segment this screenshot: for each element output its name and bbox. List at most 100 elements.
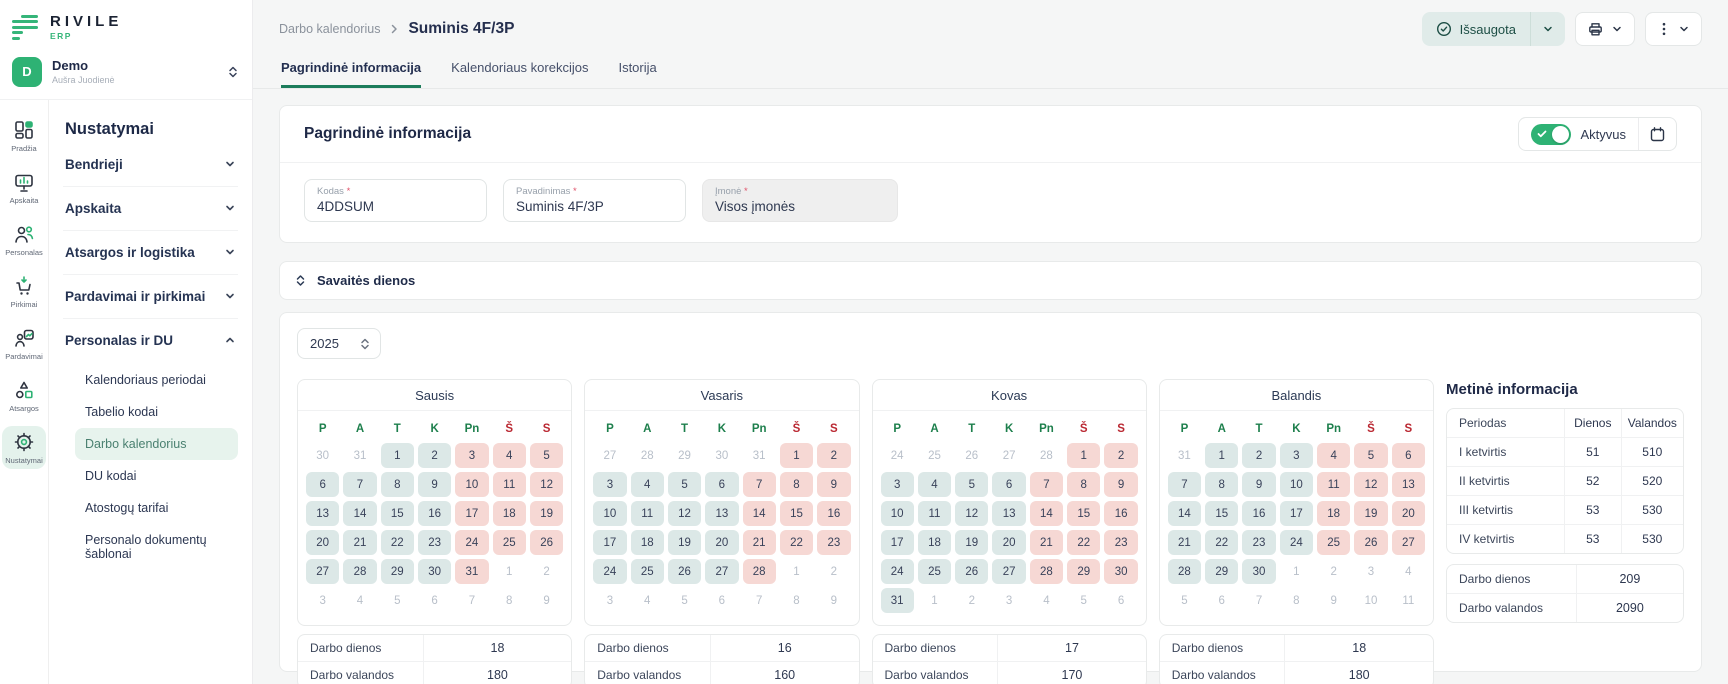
calendar-day[interactable]: 24 <box>593 559 626 584</box>
calendar-day[interactable]: 5 <box>668 472 701 497</box>
kodas-field[interactable]: Kodas * 4DDSUM <box>304 179 487 222</box>
calendar-day[interactable]: 23 <box>1242 530 1275 555</box>
calendar-day[interactable]: 27 <box>705 559 738 584</box>
calendar-day[interactable]: 29 <box>1067 559 1100 584</box>
calendar-day[interactable]: 22 <box>1205 530 1238 555</box>
calendar-day[interactable]: 1 <box>1205 443 1238 468</box>
submenu-item-atostogu-tarifai[interactable]: Atostogų tarifai <box>75 492 238 524</box>
menu-group-apskaita[interactable]: Apskaita <box>63 187 238 231</box>
calendar-day[interactable]: 18 <box>631 530 664 555</box>
calendar-day[interactable]: 28 <box>743 559 776 584</box>
calendar-day[interactable]: 3 <box>593 472 626 497</box>
calendar-day[interactable]: 19 <box>668 530 701 555</box>
calendar-day[interactable]: 15 <box>780 501 813 526</box>
calendar-day[interactable]: 2 <box>1104 443 1137 468</box>
calendar-day[interactable]: 21 <box>1168 530 1201 555</box>
calendar-day[interactable]: 13 <box>1392 472 1425 497</box>
calendar-day[interactable]: 5 <box>530 443 563 468</box>
calendar-day[interactable]: 18 <box>493 501 526 526</box>
submenu-item-kalendoriaus-periodai[interactable]: Kalendoriaus periodai <box>75 364 238 396</box>
calendar-day[interactable]: 7 <box>1168 472 1201 497</box>
calendar-day[interactable]: 16 <box>1242 501 1275 526</box>
calendar-day[interactable]: 14 <box>743 501 776 526</box>
calendar-day[interactable]: 12 <box>530 472 563 497</box>
calendar-day[interactable]: 3 <box>1280 443 1313 468</box>
calendar-day[interactable]: 5 <box>955 472 988 497</box>
saved-button[interactable]: Išsaugota <box>1422 12 1565 46</box>
calendar-day[interactable]: 13 <box>705 501 738 526</box>
imone-field[interactable]: Įmonė * Visos įmonės <box>702 179 898 222</box>
calendar-day[interactable]: 2 <box>817 443 850 468</box>
calendar-day[interactable]: 9 <box>817 472 850 497</box>
calendar-day[interactable]: 2 <box>418 443 451 468</box>
calendar-day[interactable]: 27 <box>1392 530 1425 555</box>
calendar-day[interactable]: 30 <box>418 559 451 584</box>
calendar-day[interactable]: 18 <box>1317 501 1350 526</box>
calendar-day[interactable]: 9 <box>1104 472 1137 497</box>
calendar-day[interactable]: 19 <box>1354 501 1387 526</box>
calendar-day[interactable]: 9 <box>418 472 451 497</box>
breadcrumb-link[interactable]: Darbo kalendorius <box>279 22 380 36</box>
calendar-day[interactable]: 12 <box>955 501 988 526</box>
active-toggle[interactable]: Aktyvus <box>1519 118 1638 150</box>
calendar-day[interactable]: 29 <box>1205 559 1238 584</box>
calendar-day[interactable]: 8 <box>1067 472 1100 497</box>
calendar-day[interactable]: 6 <box>1392 443 1425 468</box>
calendar-day[interactable]: 16 <box>1104 501 1137 526</box>
calendar-day[interactable]: 6 <box>705 472 738 497</box>
rail-item-pirkimai[interactable]: Pirkimai <box>2 270 46 313</box>
calendar-day[interactable]: 17 <box>1280 501 1313 526</box>
calendar-day[interactable]: 9 <box>1242 472 1275 497</box>
calendar-day[interactable]: 11 <box>1317 472 1350 497</box>
calendar-button[interactable] <box>1638 118 1676 150</box>
toggle-switch[interactable] <box>1531 124 1571 145</box>
calendar-day[interactable]: 23 <box>1104 530 1137 555</box>
calendar-day[interactable]: 1 <box>1067 443 1100 468</box>
calendar-day[interactable]: 8 <box>381 472 414 497</box>
calendar-day[interactable]: 12 <box>668 501 701 526</box>
calendar-day[interactable]: 13 <box>992 501 1025 526</box>
calendar-day[interactable]: 10 <box>881 501 914 526</box>
calendar-day[interactable]: 4 <box>631 472 664 497</box>
calendar-day[interactable]: 16 <box>418 501 451 526</box>
tab-kalendoriaus-korekcijos[interactable]: Kalendoriaus korekcijos <box>451 60 588 88</box>
calendar-day[interactable]: 1 <box>381 443 414 468</box>
calendar-day[interactable]: 23 <box>418 530 451 555</box>
calendar-day[interactable]: 10 <box>455 472 488 497</box>
rail-item-pardavimai[interactable]: Pardavimai <box>2 322 46 365</box>
calendar-day[interactable]: 26 <box>955 559 988 584</box>
week-days-section-header[interactable]: Savaitės dienos <box>279 261 1702 300</box>
calendar-day[interactable]: 20 <box>306 530 339 555</box>
calendar-day[interactable]: 21 <box>343 530 376 555</box>
calendar-day[interactable]: 29 <box>381 559 414 584</box>
calendar-day[interactable]: 1 <box>780 443 813 468</box>
calendar-day[interactable]: 14 <box>1030 501 1063 526</box>
calendar-day[interactable]: 26 <box>1354 530 1387 555</box>
rail-item-apskaita[interactable]: Apskaita <box>2 166 46 209</box>
calendar-day[interactable]: 31 <box>881 588 914 613</box>
year-select[interactable]: 2025 <box>297 328 381 359</box>
calendar-day[interactable]: 14 <box>343 501 376 526</box>
calendar-day[interactable]: 6 <box>306 472 339 497</box>
calendar-day[interactable]: 23 <box>817 530 850 555</box>
calendar-day[interactable]: 10 <box>1280 472 1313 497</box>
calendar-day[interactable]: 2 <box>1242 443 1275 468</box>
calendar-day[interactable]: 11 <box>918 501 951 526</box>
tab-pagrindine-informacija[interactable]: Pagrindinė informacija <box>281 60 421 88</box>
calendar-day[interactable]: 28 <box>343 559 376 584</box>
calendar-day[interactable]: 28 <box>1168 559 1201 584</box>
menu-group-bendrieji[interactable]: Bendrieji <box>63 143 238 187</box>
user-switcher[interactable]: D Demo Aušra Juodienė <box>0 51 252 100</box>
calendar-day[interactable]: 8 <box>780 472 813 497</box>
submenu-item-personalo-dokumentu-sablonai[interactable]: Personalo dokumentų šablonai <box>75 524 238 570</box>
calendar-day[interactable]: 18 <box>918 530 951 555</box>
menu-toggle-icon[interactable] <box>12 15 40 40</box>
calendar-day[interactable]: 17 <box>455 501 488 526</box>
calendar-day[interactable]: 30 <box>1104 559 1137 584</box>
calendar-day[interactable]: 25 <box>918 559 951 584</box>
calendar-day[interactable]: 31 <box>455 559 488 584</box>
calendar-day[interactable]: 3 <box>455 443 488 468</box>
calendar-day[interactable]: 30 <box>1242 559 1275 584</box>
calendar-day[interactable]: 22 <box>1067 530 1100 555</box>
calendar-day[interactable]: 4 <box>493 443 526 468</box>
